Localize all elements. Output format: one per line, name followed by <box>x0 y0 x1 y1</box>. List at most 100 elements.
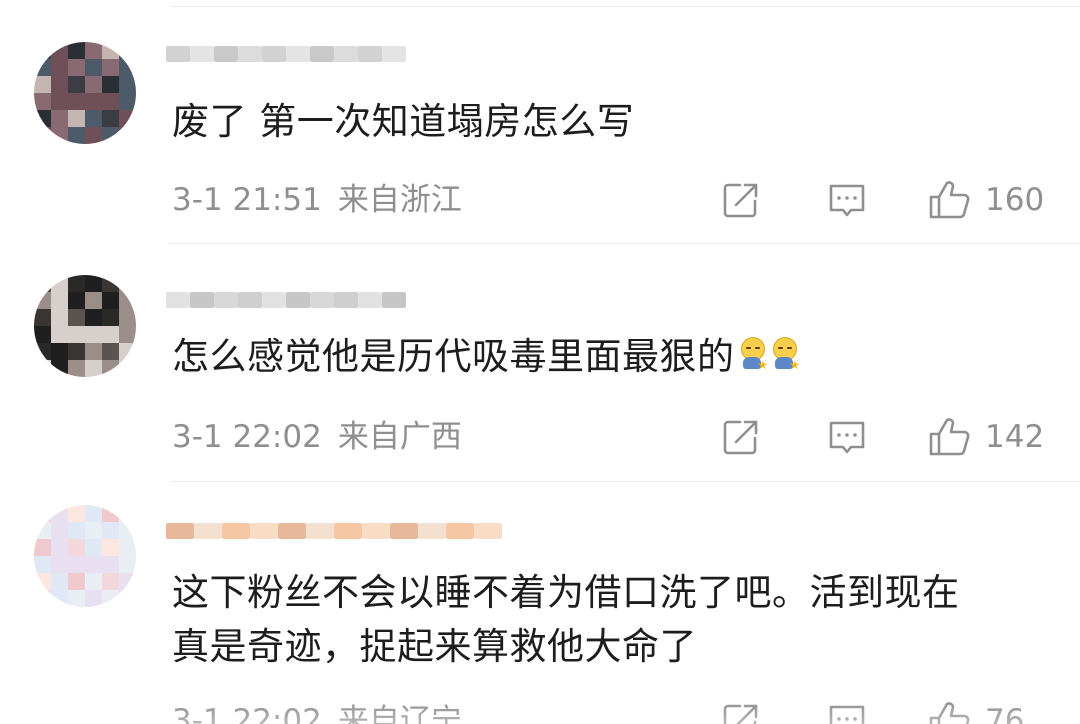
avatar-pixel <box>119 522 136 539</box>
avatar-pixel <box>119 360 136 377</box>
username-pixel <box>334 46 358 62</box>
avatar-pixel <box>34 539 51 556</box>
username-pixel <box>358 46 382 62</box>
username-pixel <box>310 46 334 62</box>
username-pixel <box>214 46 238 62</box>
avatar-pixel <box>119 292 136 309</box>
username-pixel <box>238 46 262 62</box>
avatar-pixel <box>102 522 119 539</box>
username-pixel <box>262 46 286 62</box>
avatar-pixel <box>34 556 51 573</box>
avatar-pixel <box>51 76 68 93</box>
avatar-pixel <box>85 110 102 127</box>
avatar-pixel <box>34 110 51 127</box>
comment-date: 3-1 21:51 <box>172 182 322 218</box>
avatar-pixel <box>85 292 102 309</box>
avatar-pixel <box>119 42 136 59</box>
avatar-pixel <box>119 539 136 556</box>
avatar-pixel <box>51 522 68 539</box>
avatar-pixel <box>102 309 119 326</box>
like-button[interactable]: 142 <box>927 415 1044 459</box>
avatar-pixel <box>34 275 51 292</box>
avatar-pixel <box>34 360 51 377</box>
username-pixel <box>334 292 358 308</box>
avatar-pixel <box>119 343 136 360</box>
avatar-pixel <box>51 59 68 76</box>
username-pixel <box>278 523 306 539</box>
avatar-pixel <box>51 343 68 360</box>
username-pixel <box>262 292 286 308</box>
avatar-pixel <box>51 309 68 326</box>
avatar-pixel <box>85 275 102 292</box>
avatar[interactable] <box>34 505 136 607</box>
avatar-pixel <box>119 573 136 590</box>
avatar-pixel <box>34 590 51 607</box>
avatar-pixel <box>68 275 85 292</box>
avatar-pixel <box>85 573 102 590</box>
username-pixel <box>286 46 310 62</box>
avatar-pixel <box>119 309 136 326</box>
username-pixel <box>286 292 310 308</box>
username-pixel <box>382 292 406 308</box>
reply-button[interactable] <box>826 415 868 459</box>
username-pixel <box>238 292 262 308</box>
avatar-pixel <box>68 573 85 590</box>
avatar-pixel <box>34 522 51 539</box>
avatar-pixel <box>51 127 68 144</box>
reply-button[interactable] <box>826 178 868 222</box>
avatar-pixel <box>51 326 68 343</box>
avatar-pixel <box>102 292 119 309</box>
username-pixel <box>166 523 194 539</box>
avatar-pixel <box>85 127 102 144</box>
comment-meta: 3-1 21:51 来自浙江 <box>172 180 462 220</box>
share-button[interactable] <box>720 178 762 222</box>
comment-text-line: 这下粉丝不会以睡不着为借口洗了吧。活到现在 <box>172 571 960 614</box>
share-icon <box>723 704 758 724</box>
share-button[interactable] <box>720 699 762 724</box>
avatar-pixel <box>68 590 85 607</box>
avatar-pixel <box>85 505 102 522</box>
avatar-pixel <box>119 505 136 522</box>
avatar-pixel <box>34 76 51 93</box>
share-button[interactable] <box>720 415 762 459</box>
sleepy-face-emoji: ★ <box>737 335 768 373</box>
avatar-pixel <box>102 556 119 573</box>
share-icon <box>723 420 758 455</box>
avatar[interactable] <box>34 42 136 144</box>
comment-icon <box>829 184 865 217</box>
comment-text-line: 真是奇迹，捉起来算救他大命了 <box>172 625 697 668</box>
avatar[interactable] <box>34 275 136 377</box>
avatar-pixel <box>102 590 119 607</box>
like-button[interactable]: 76 <box>927 699 1024 724</box>
avatar-pixel <box>68 309 85 326</box>
username-blurred[interactable] <box>166 288 416 316</box>
avatar-pixel <box>102 93 119 110</box>
avatar-pixel <box>34 93 51 110</box>
comment-item: 怎么感觉他是历代吸毒里面最狠的 ★ ★ 3-1 22:02 来自广西 142 <box>0 245 1080 483</box>
avatar-pixel <box>34 326 51 343</box>
username-pixel <box>166 292 190 308</box>
avatar-pixel <box>34 309 51 326</box>
avatar-pixel <box>85 93 102 110</box>
username-pixel <box>222 523 250 539</box>
share-icon <box>723 183 758 218</box>
username-pixel <box>166 46 190 62</box>
avatar-pixel <box>51 292 68 309</box>
avatar-pixel <box>68 539 85 556</box>
avatar-pixel <box>85 522 102 539</box>
username-blurred[interactable] <box>166 519 502 547</box>
username-pixel <box>306 523 334 539</box>
username-pixel <box>190 292 214 308</box>
avatar-pixel <box>34 343 51 360</box>
thumbs-up-icon <box>929 702 970 724</box>
avatar-pixel <box>68 326 85 343</box>
username-blurred[interactable] <box>166 42 416 70</box>
avatar-pixel <box>85 360 102 377</box>
avatar-pixel <box>68 59 85 76</box>
like-count: 76 <box>985 703 1025 724</box>
like-button[interactable]: 160 <box>927 178 1044 222</box>
comment-icon <box>829 421 865 454</box>
avatar-pixel <box>51 539 68 556</box>
avatar-pixel <box>102 326 119 343</box>
reply-button[interactable] <box>826 699 868 724</box>
